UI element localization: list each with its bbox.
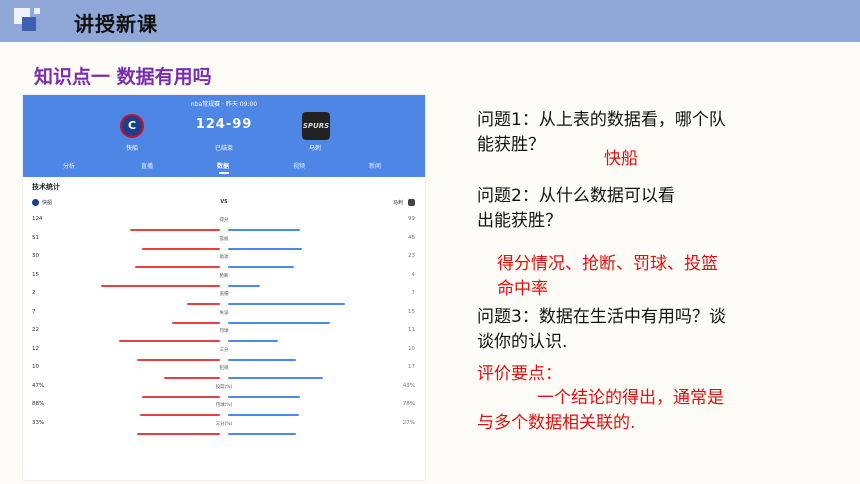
stat-away-bar (228, 358, 296, 361)
evaluation-line-2: 与多个数据相关联的. (477, 413, 636, 433)
stat-label: 投篮(%) (215, 384, 233, 390)
stat-home-bar (137, 358, 220, 361)
stat-away-bar (228, 340, 278, 342)
stat-away-value: 27% (402, 419, 415, 426)
stat-away-value: 48 (408, 234, 415, 241)
stat-label: 罚球 (219, 329, 229, 334)
stat-label: 助攻 (219, 255, 229, 260)
stat-away-value: 11 (408, 327, 415, 333)
stat-home-bar (101, 284, 220, 287)
stat-home-bar (187, 303, 220, 305)
stat-away-bar (228, 303, 345, 305)
answer-1: 快船 (604, 149, 638, 169)
stat-away-bar (228, 229, 300, 231)
stat-home-bar (142, 395, 220, 398)
stat-label: 罚球(%) (215, 403, 233, 408)
tab-analysis[interactable]: 分析 (63, 161, 75, 170)
question-2-line-2: 出能获胜？ (477, 211, 562, 231)
stat-home-bar (135, 266, 220, 268)
game-time: nba常规赛 · 昨天 09:00 (190, 101, 258, 108)
stat-home-bar (137, 432, 220, 435)
tab-data[interactable]: 数据 (217, 161, 229, 170)
stat-away-value: 7 (411, 290, 416, 296)
stat-away-value: 23 (408, 253, 415, 259)
stat-away-value: 10 (408, 345, 415, 352)
stat-away-value: 43% (402, 382, 415, 389)
stat-label: 盖帽 (219, 292, 229, 297)
active-tab-indicator (219, 172, 229, 174)
evaluation-line-1: 一个结论的得出，通常是 (537, 388, 724, 408)
stat-away-bar (228, 321, 330, 324)
stat-home-bar (119, 340, 220, 342)
stat-away-bar (228, 414, 299, 416)
game-score: 124-99 (195, 117, 253, 132)
stat-home-bar (172, 321, 220, 324)
tab-video[interactable]: 视频 (293, 161, 305, 170)
stat-label: 得分 (219, 218, 229, 223)
stat-label: 抢断 (219, 273, 229, 279)
tab-live[interactable]: 直播 (141, 161, 153, 170)
question-1-line-2: 能获胜？ (477, 135, 545, 155)
question-3-line-2: 谈你的认识. (477, 332, 568, 352)
vs-label: VS (220, 199, 228, 205)
away-team-icon (408, 199, 415, 206)
game-status: 已结束 (214, 145, 233, 152)
stat-away-value: 78% (402, 401, 415, 407)
stat-away-value: 99 (408, 216, 415, 222)
stat-away-value: 17 (408, 364, 415, 370)
away-team-label: 马刺 (393, 200, 404, 206)
stat-away-bar (228, 266, 294, 268)
stat-away-bar (228, 377, 323, 379)
stat-label: 失误 (219, 310, 229, 316)
slide-title: 讲授新课 (74, 12, 158, 36)
stat-away-bar (228, 247, 302, 250)
stat-home-bar (140, 414, 220, 416)
game-stats-screenshot: nba常规赛 · 昨天 09:00 SPURS 124-99 快船 已结束 马刺… (23, 95, 425, 480)
question-2-line-1: 问题2：从什么数据可以看 (477, 186, 675, 206)
stat-label: 三分(%) (215, 421, 233, 427)
stat-away-bar (228, 432, 296, 435)
game-header: nba常规赛 · 昨天 09:00 SPURS 124-99 快船 已结束 马刺… (23, 95, 425, 177)
evaluation-title: 评价要点： (477, 364, 562, 384)
section-title: 知识点一 数据有用吗 (34, 66, 212, 88)
stat-home-bar (164, 377, 220, 379)
stat-away-value: 15 (408, 308, 415, 315)
answer-2-line-1: 得分情况、抢断、罚球、投篮 (497, 254, 718, 274)
stat-away-bar (228, 395, 300, 398)
stat-label: 三分 (219, 347, 229, 353)
stat-away-bar (228, 284, 260, 287)
answer-2-line-2: 命中率 (497, 279, 548, 299)
stat-label: 犯规 (219, 366, 229, 371)
header-bar: 讲授新课 (0, 0, 860, 42)
question-3-line-1: 问题3：数据在生活中有用吗？谈 (477, 307, 726, 327)
slide-logo-icon (0, 0, 60, 42)
away-team-name: 马刺 (309, 145, 322, 152)
tab-news[interactable]: 新闻 (369, 161, 381, 170)
stat-home-bar (142, 247, 220, 250)
stat-away-value: 4 (411, 271, 416, 278)
stat-label: 篮板 (219, 236, 229, 242)
stats-title: 技术统计 (32, 183, 60, 191)
question-1-line-1: 问题1：从上表的数据看，哪个队 (477, 110, 726, 130)
stat-home-bar (130, 229, 220, 231)
